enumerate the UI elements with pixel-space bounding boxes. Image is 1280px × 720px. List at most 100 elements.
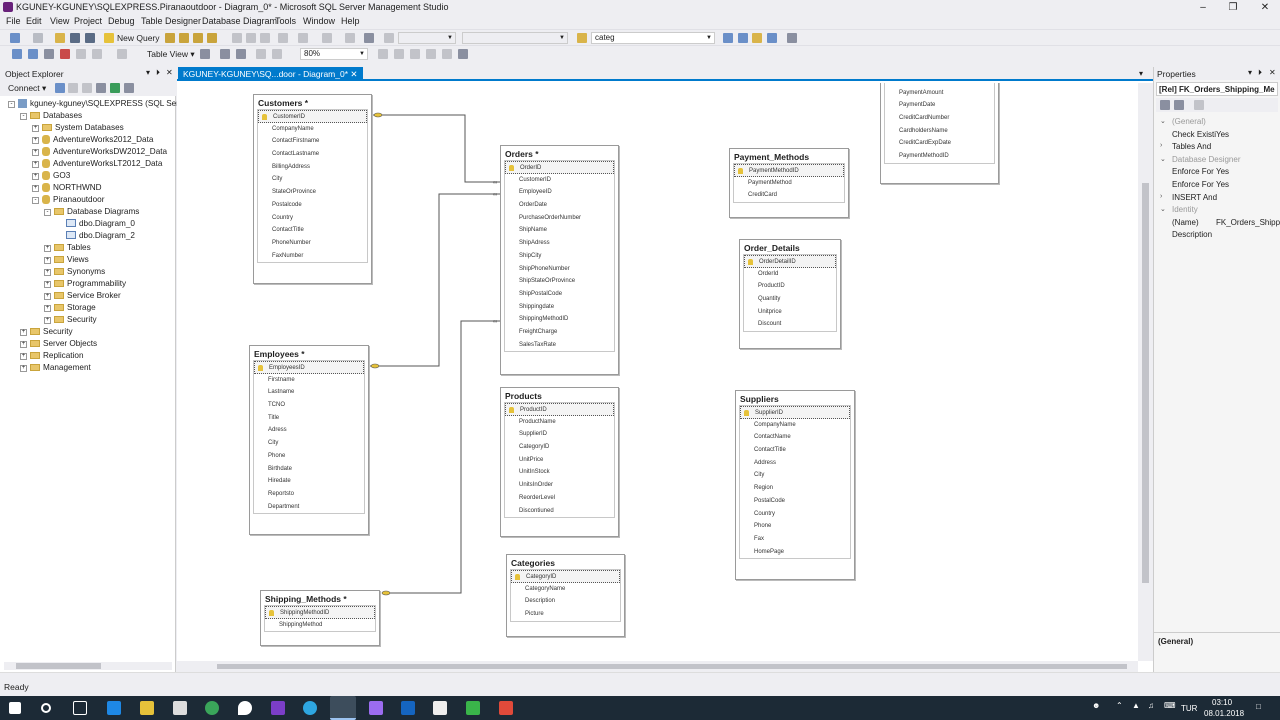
query3-icon[interactable] xyxy=(193,33,203,43)
table-column-row[interactable]: ProductID xyxy=(744,280,836,293)
open-folder-icon[interactable] xyxy=(55,33,65,43)
property-row[interactable]: Enforce For Yes xyxy=(1154,180,1280,193)
table-column-row[interactable]: ContactTitle xyxy=(258,224,367,237)
tree-item[interactable]: + Storage xyxy=(44,302,96,314)
table-column-row[interactable]: CompanyName xyxy=(258,123,367,136)
new-query-icon[interactable] xyxy=(104,33,114,43)
save-all-icon[interactable] xyxy=(85,33,95,43)
table-column-row[interactable]: SupplierID xyxy=(505,428,614,441)
photos-icon[interactable] xyxy=(433,701,447,715)
table-column-row[interactable]: Discount xyxy=(744,318,836,331)
save-icon[interactable] xyxy=(70,33,80,43)
expand-icon[interactable]: + xyxy=(32,161,39,168)
diagram-table[interactable]: Customers * CustomerID CompanyName ContactF… xyxy=(253,94,372,284)
table-column-row[interactable]: OrderDate xyxy=(505,199,614,212)
diagram-vertical-scrollbar[interactable] xyxy=(1138,83,1153,661)
property-category[interactable]: ⌄ (General) xyxy=(1154,117,1280,130)
menu-help[interactable]: Help xyxy=(341,16,360,26)
expand-chevron-icon[interactable]: › xyxy=(1160,142,1162,149)
rel-shipping-orders[interactable] xyxy=(382,320,500,594)
table-column-row[interactable]: CardholdersName xyxy=(885,125,994,138)
table-column-row[interactable]: PurchaseOrderNumber xyxy=(505,212,614,225)
table-column-row[interactable]: ContactName xyxy=(740,431,850,444)
expand-icon[interactable]: + xyxy=(44,245,51,252)
people-icon[interactable]: ☻ xyxy=(1092,701,1100,710)
table-title[interactable]: Employees * xyxy=(250,346,368,360)
table-column-row[interactable]: City xyxy=(254,437,364,450)
menu-edit[interactable]: Edit xyxy=(26,16,42,26)
find-icon[interactable] xyxy=(577,33,587,43)
pen-app-icon[interactable] xyxy=(369,701,383,715)
table-column-row[interactable]: StateOrProvince xyxy=(258,186,367,199)
table-column-row[interactable]: TCNO xyxy=(254,399,364,412)
tree-item[interactable]: + Security xyxy=(44,314,97,326)
align-left-icon[interactable] xyxy=(378,49,388,59)
table-column-row[interactable]: ShipPhoneNumber xyxy=(505,263,614,276)
hscroll-thumb[interactable] xyxy=(217,664,1127,669)
connect-button[interactable]: Connect ▾ xyxy=(8,83,46,94)
diagram-table[interactable]: Orders * OrderID CustomerID EmployeeID Order… xyxy=(500,145,619,375)
table-column-row[interactable]: CategoryID xyxy=(505,441,614,454)
arrange-tables-icon[interactable] xyxy=(236,49,246,59)
expand-icon[interactable]: + xyxy=(44,317,51,324)
expand-icon[interactable]: + xyxy=(32,173,39,180)
arrange-selection-icon[interactable] xyxy=(220,49,230,59)
table-column-row[interactable]: Picture xyxy=(511,608,620,621)
diagram-table[interactable]: Shipping_Methods * ShippingMethodID Shippi… xyxy=(260,590,380,646)
clock-date[interactable]: 08.01.2018 xyxy=(1204,709,1244,718)
align-center-icon[interactable] xyxy=(394,49,404,59)
table-column-row[interactable]: Phone xyxy=(254,450,364,463)
app-icon[interactable] xyxy=(271,701,285,715)
property-value[interactable]: Yes xyxy=(1216,130,1229,139)
search-icon[interactable] xyxy=(41,703,51,713)
query2-icon[interactable] xyxy=(179,33,189,43)
tree-item[interactable]: + Management xyxy=(20,362,91,374)
tree-item[interactable]: + Replication xyxy=(20,350,84,362)
find-files-icon[interactable] xyxy=(723,33,733,43)
categorized-icon[interactable] xyxy=(1160,100,1170,110)
zoom-combo[interactable]: 80% ▼ xyxy=(300,48,368,60)
clock-time[interactable]: 03:10 xyxy=(1212,698,1232,707)
tree-item[interactable]: + Views xyxy=(44,254,89,266)
activity-monitor-icon[interactable] xyxy=(124,83,134,93)
stop-icon[interactable] xyxy=(82,83,92,93)
show-labels-icon[interactable] xyxy=(272,49,282,59)
table-column-row[interactable]: Phone xyxy=(740,520,850,533)
property-row[interactable]: Enforce For Yes xyxy=(1154,167,1280,180)
table-column-row[interactable]: PaymentMethod xyxy=(734,177,844,190)
expand-icon[interactable]: + xyxy=(32,137,39,144)
table-column-row[interactable]: CustomerID xyxy=(505,174,614,187)
tab-overflow-icon[interactable]: ▾ xyxy=(1139,69,1143,78)
expand-icon[interactable]: + xyxy=(32,185,39,192)
table-column-row[interactable]: PhoneNumber xyxy=(258,237,367,250)
table-column-row[interactable]: Postalcode xyxy=(258,199,367,212)
table-column-row[interactable]: Quantity xyxy=(744,293,836,306)
table-column-row[interactable]: OrderDetailID xyxy=(744,255,836,268)
table-title[interactable]: Order_Details xyxy=(740,240,840,254)
menu-project[interactable]: Project xyxy=(74,16,102,26)
diagram-table[interactable]: Employees * EmployeesID Firstname Lastname T… xyxy=(249,345,369,535)
table-column-row[interactable]: PaymentMethodID xyxy=(734,164,844,177)
tree-item[interactable]: + Server Objects xyxy=(20,338,97,350)
collapse-icon[interactable]: - xyxy=(8,101,15,108)
expand-icon[interactable]: + xyxy=(44,269,51,276)
table-column-row[interactable]: CreditCardNumber xyxy=(885,112,994,125)
camtasia-icon[interactable] xyxy=(466,701,480,715)
expand-icon[interactable]: + xyxy=(20,341,27,348)
chrome-icon[interactable] xyxy=(205,701,219,715)
table-column-row[interactable]: ContactFirstname xyxy=(258,135,367,148)
table-column-row[interactable]: EmployeesID xyxy=(254,361,364,374)
platform-dropdown[interactable]: ▼ xyxy=(462,32,568,44)
language-indicator[interactable]: TUR xyxy=(1181,704,1197,713)
expand-icon[interactable]: + xyxy=(44,257,51,264)
expand-icon[interactable]: + xyxy=(32,125,39,132)
property-value[interactable]: FK_Orders_Shipp xyxy=(1216,218,1280,227)
menu-database-diagram[interactable]: Database Diagram xyxy=(202,16,277,26)
oe-scroll-thumb[interactable] xyxy=(16,663,101,669)
diagram-table[interactable]: Categories CategoryID CategoryName Descript… xyxy=(506,554,625,637)
table-column-row[interactable]: FreightCharge xyxy=(505,326,614,339)
menu-window[interactable]: Window xyxy=(303,16,335,26)
table-column-row[interactable]: PaymentAmount xyxy=(885,87,994,100)
navigate-forward-icon[interactable] xyxy=(345,33,355,43)
expand-icon[interactable]: + xyxy=(20,353,27,360)
